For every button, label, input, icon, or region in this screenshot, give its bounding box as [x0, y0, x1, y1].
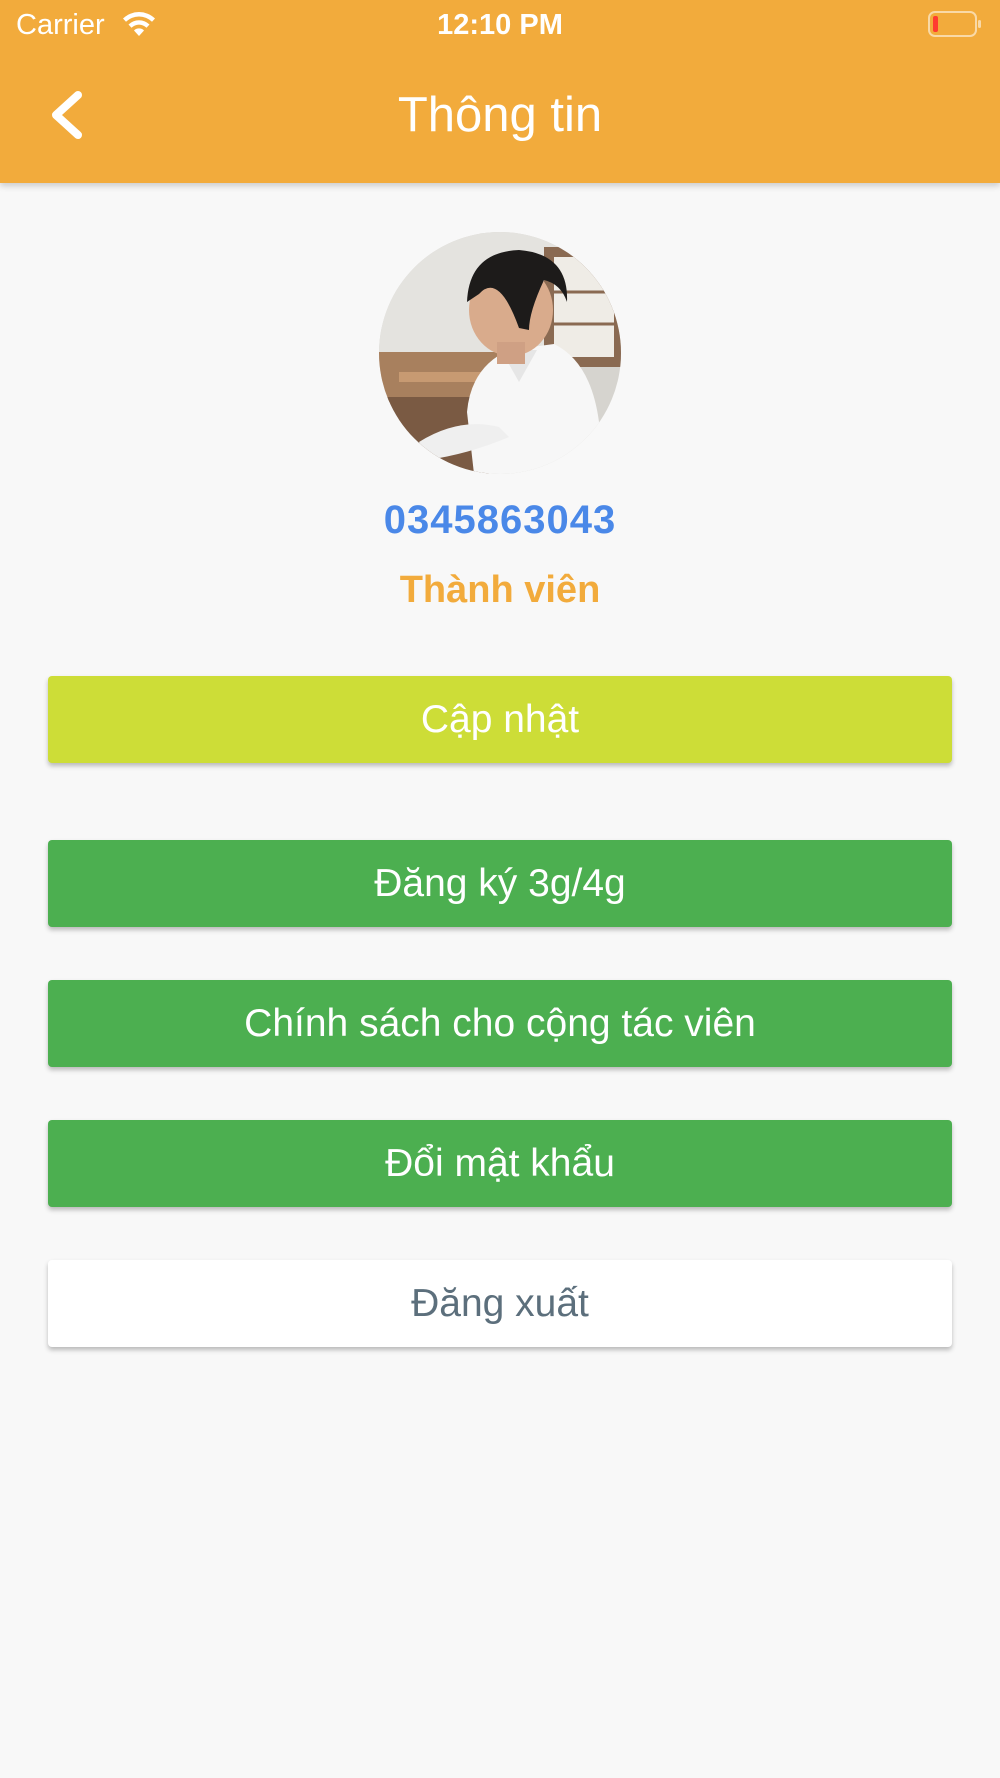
register-3g4g-button[interactable]: Đăng ký 3g/4g — [48, 840, 952, 927]
logout-button[interactable]: Đăng xuất — [48, 1260, 952, 1347]
update-button[interactable]: Cập nhật — [48, 676, 952, 763]
avatar-photo — [379, 232, 621, 474]
status-time: 12:10 PM — [437, 9, 563, 41]
phone-number: 0345863043 — [383, 498, 617, 542]
member-role: Thành viên — [399, 569, 601, 611]
avatar — [379, 232, 621, 474]
collaborator-policy-button[interactable]: Chính sách cho cộng tác viên — [48, 980, 952, 1067]
app-header: Carrier 12:10 PM Thông tin — [0, 0, 1000, 183]
status-bar: Carrier 12:10 PM — [0, 0, 1000, 50]
battery-low-icon — [928, 11, 981, 37]
change-password-button[interactable]: Đổi mật khẩu — [48, 1120, 952, 1207]
page-title: Thông tin — [397, 88, 603, 142]
